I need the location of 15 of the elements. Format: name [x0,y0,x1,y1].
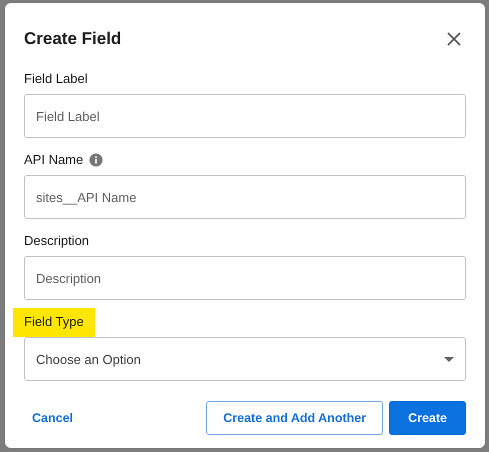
select-field[interactable]: Choose an Option [24,337,466,381]
primary-button[interactable]: Create [389,401,466,435]
input-field[interactable]: sites__API Name [24,175,466,219]
caret-icon [444,356,454,362]
field-label: Field Type [13,308,95,337]
input-field[interactable]: Field Label [24,94,466,138]
info-icon[interactable] [89,153,104,167]
close-icon[interactable] [447,32,461,46]
field-label: Field Label [24,70,88,88]
input-field[interactable]: Description [24,256,466,300]
secondary-button[interactable]: Create and Add Another [206,401,384,435]
dialog-title: Create Field [24,29,122,49]
field-label: API Name [24,151,84,169]
cancel-button[interactable]: Cancel [24,401,81,435]
field-label: Description [24,232,90,250]
